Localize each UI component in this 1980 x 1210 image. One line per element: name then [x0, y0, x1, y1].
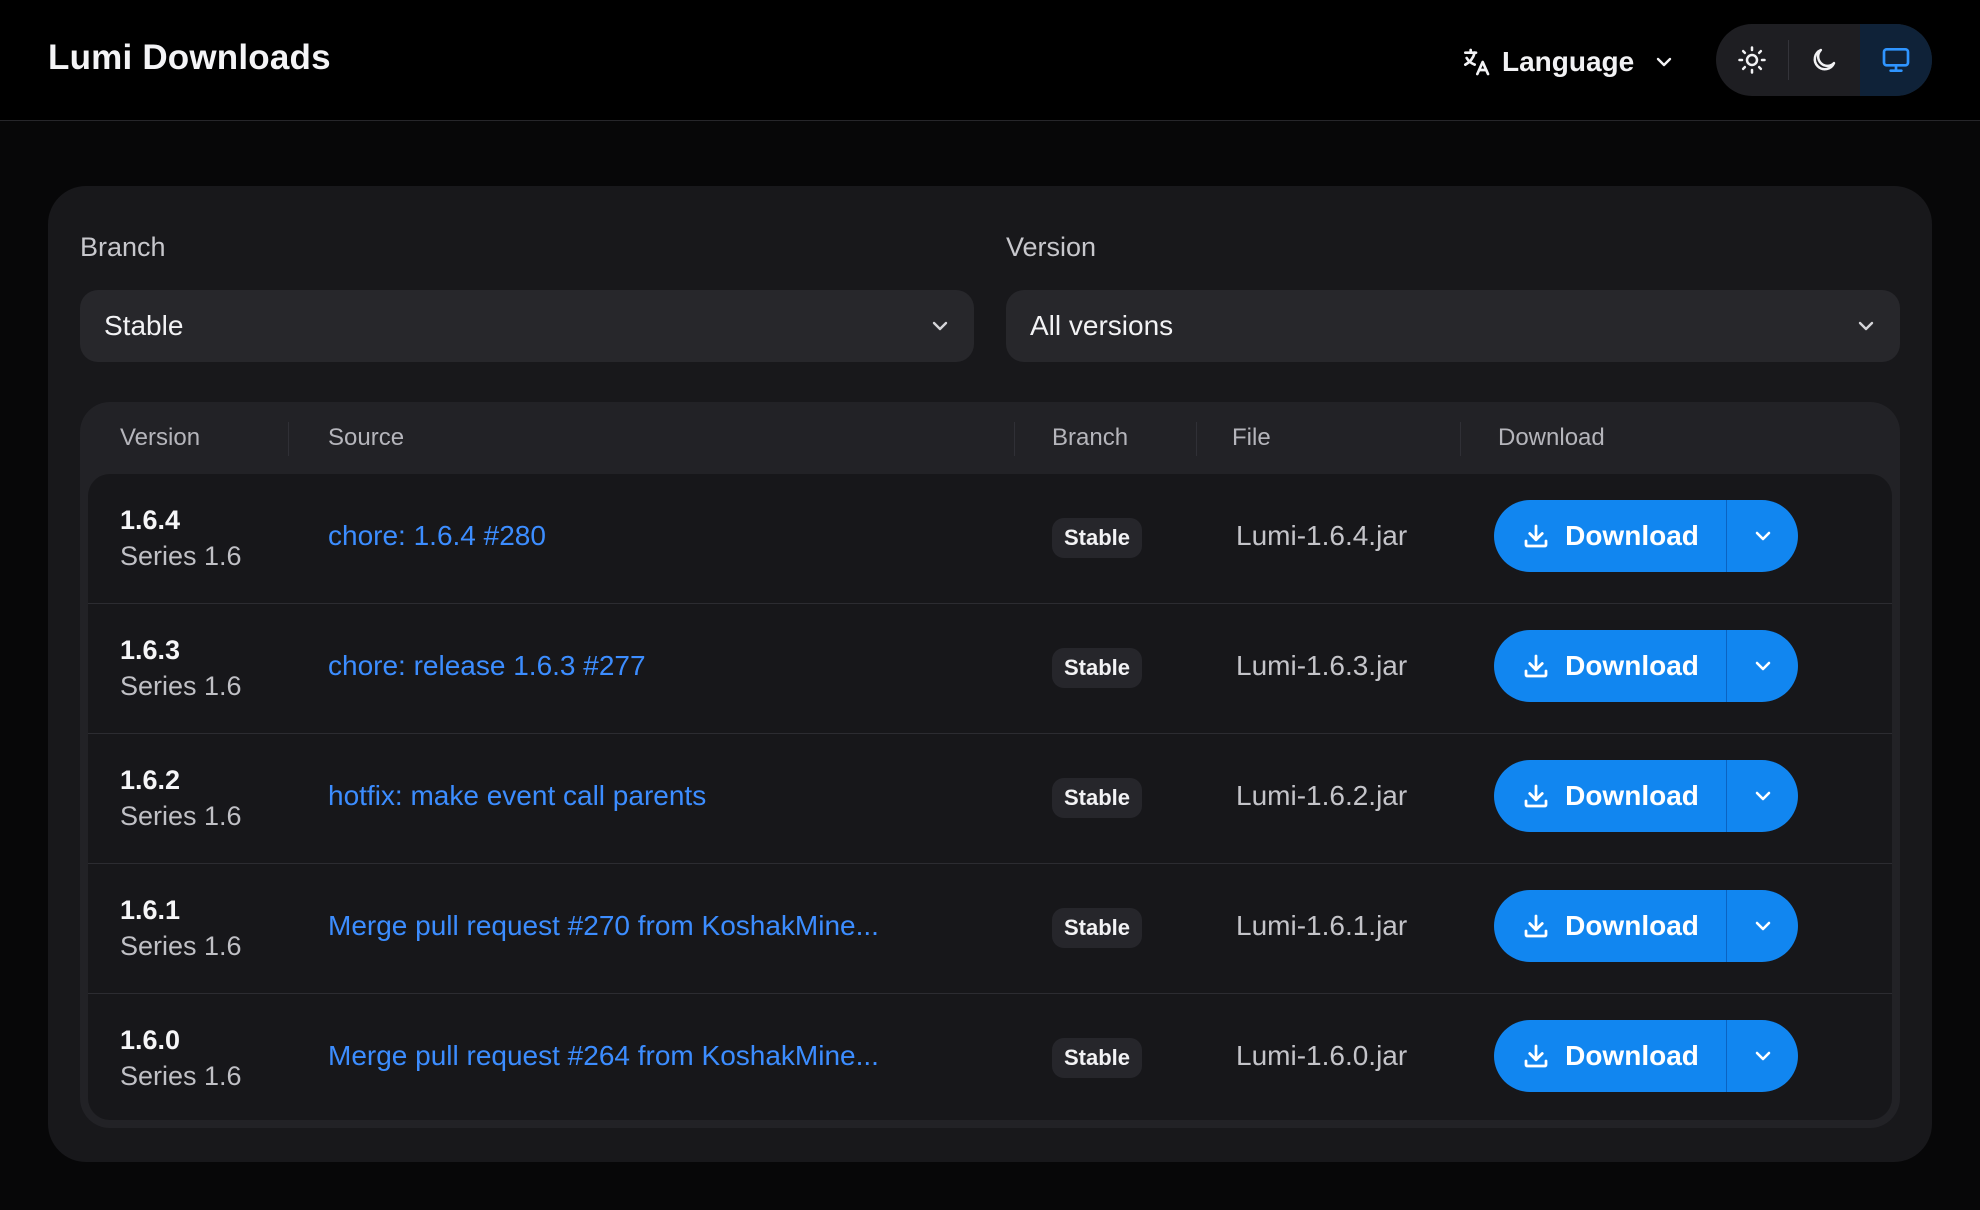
download-split-button: Download: [1494, 760, 1798, 832]
branch-select[interactable]: Stable: [80, 290, 974, 362]
download-options-button[interactable]: [1726, 760, 1798, 832]
theme-dark-button[interactable]: [1788, 24, 1860, 96]
version-series: Series 1.6: [120, 541, 242, 571]
table-row: 1.6.0 Series 1.6 Merge pull request #264…: [88, 994, 1892, 1120]
download-options-button[interactable]: [1726, 1020, 1798, 1092]
version-series: Series 1.6: [120, 1061, 242, 1091]
version-select-value: All versions: [1030, 310, 1174, 341]
download-options-button[interactable]: [1726, 630, 1798, 702]
moon-icon: [1809, 45, 1839, 75]
download-label: Download: [1565, 520, 1699, 551]
language-label: Language: [1502, 46, 1635, 77]
source-link[interactable]: chore: 1.6.4 #280: [328, 520, 546, 552]
version-cell: 1.6.1 Series 1.6: [120, 894, 242, 966]
download-split-button: Download: [1494, 500, 1798, 572]
column-header-source: Source: [328, 424, 405, 451]
theme-toggle-group: [1716, 24, 1932, 96]
version-series: Series 1.6: [120, 671, 242, 701]
version-number: 1.6.4: [120, 505, 181, 535]
downloads-card: Branch Stable Version All versions Versi…: [48, 186, 1932, 1162]
download-label: Download: [1565, 650, 1699, 681]
chevron-down-icon: [1751, 914, 1775, 938]
download-icon: [1521, 781, 1551, 811]
version-number: 1.6.0: [120, 1025, 181, 1055]
download-label: Download: [1565, 780, 1699, 811]
table-row: 1.6.3 Series 1.6 chore: release 1.6.3 #2…: [88, 604, 1892, 734]
download-button[interactable]: Download: [1494, 890, 1726, 962]
download-button[interactable]: Download: [1494, 760, 1726, 832]
version-series: Series 1.6: [120, 931, 242, 961]
version-label: Version: [1006, 232, 1097, 262]
file-name: Lumi-1.6.3.jar: [1236, 650, 1408, 681]
version-cell: 1.6.2 Series 1.6: [120, 764, 242, 836]
table-header: Version Source Branch File Download: [80, 402, 1900, 474]
downloads-table: Version Source Branch File Download 1.6.…: [80, 402, 1900, 1128]
branch-badge: Stable: [1052, 778, 1143, 818]
branch-select-value: Stable: [104, 310, 184, 341]
theme-system-button[interactable]: [1860, 24, 1932, 96]
download-button[interactable]: Download: [1494, 500, 1726, 572]
chevron-down-icon: [1751, 654, 1775, 678]
file-name: Lumi-1.6.1.jar: [1236, 910, 1408, 941]
chevron-down-icon: [1751, 1044, 1775, 1068]
download-label: Download: [1565, 910, 1699, 941]
app-title: Lumi Downloads: [48, 38, 331, 77]
chevron-down-icon: [1751, 784, 1775, 808]
download-icon: [1521, 1041, 1551, 1071]
download-icon: [1521, 651, 1551, 681]
chevron-down-icon: [1751, 524, 1775, 548]
version-cell: 1.6.3 Series 1.6: [120, 634, 242, 706]
version-series: Series 1.6: [120, 801, 242, 831]
branch-badge: Stable: [1052, 908, 1143, 948]
file-name: Lumi-1.6.0.jar: [1236, 1040, 1408, 1071]
table-row: 1.6.1 Series 1.6 Merge pull request #270…: [88, 864, 1892, 994]
chevron-down-icon: [1854, 314, 1878, 338]
version-cell: 1.6.0 Series 1.6: [120, 1024, 242, 1096]
language-selector[interactable]: Language: [1460, 40, 1676, 84]
column-header-branch: Branch: [1052, 424, 1129, 451]
download-label: Download: [1565, 1040, 1699, 1071]
source-link[interactable]: hotfix: make event call parents: [328, 780, 706, 812]
sun-icon: [1737, 45, 1767, 75]
source-link[interactable]: Merge pull request #264 from KoshakMine.…: [328, 1040, 879, 1072]
chevron-down-icon: [928, 314, 952, 338]
source-link[interactable]: chore: release 1.6.3 #277: [328, 650, 646, 682]
column-divider: [1014, 422, 1015, 456]
download-options-button[interactable]: [1726, 500, 1798, 572]
version-number: 1.6.1: [120, 895, 181, 925]
download-button[interactable]: Download: [1494, 1020, 1726, 1092]
download-icon: [1521, 521, 1551, 551]
version-cell: 1.6.4 Series 1.6: [120, 504, 242, 576]
column-divider: [288, 422, 289, 456]
translate-icon: [1460, 46, 1492, 78]
table-row: 1.6.4 Series 1.6 chore: 1.6.4 #280 Stabl…: [88, 474, 1892, 604]
chevron-down-icon: [1652, 50, 1676, 74]
column-divider: [1460, 422, 1461, 456]
download-options-button[interactable]: [1726, 890, 1798, 962]
theme-light-button[interactable]: [1716, 24, 1788, 96]
file-name: Lumi-1.6.4.jar: [1236, 520, 1408, 551]
download-split-button: Download: [1494, 630, 1798, 702]
version-number: 1.6.3: [120, 635, 181, 665]
branch-label: Branch: [80, 232, 166, 262]
version-number: 1.6.2: [120, 765, 181, 795]
column-header-version: Version: [120, 424, 201, 451]
branch-badge: Stable: [1052, 648, 1143, 688]
table-body: 1.6.4 Series 1.6 chore: 1.6.4 #280 Stabl…: [88, 474, 1892, 1120]
branch-badge: Stable: [1052, 518, 1143, 558]
download-split-button: Download: [1494, 890, 1798, 962]
download-button[interactable]: Download: [1494, 630, 1726, 702]
source-link[interactable]: Merge pull request #270 from KoshakMine.…: [328, 910, 879, 942]
download-split-button: Download: [1494, 1020, 1798, 1092]
download-icon: [1521, 911, 1551, 941]
monitor-icon: [1880, 44, 1912, 76]
column-header-file: File: [1232, 424, 1271, 451]
column-divider: [1196, 422, 1197, 456]
branch-badge: Stable: [1052, 1038, 1143, 1078]
top-bar: Lumi Downloads Language: [0, 0, 1980, 121]
file-name: Lumi-1.6.2.jar: [1236, 780, 1408, 811]
version-select[interactable]: All versions: [1006, 290, 1900, 362]
table-row: 1.6.2 Series 1.6 hotfix: make event call…: [88, 734, 1892, 864]
column-header-download: Download: [1498, 424, 1605, 451]
